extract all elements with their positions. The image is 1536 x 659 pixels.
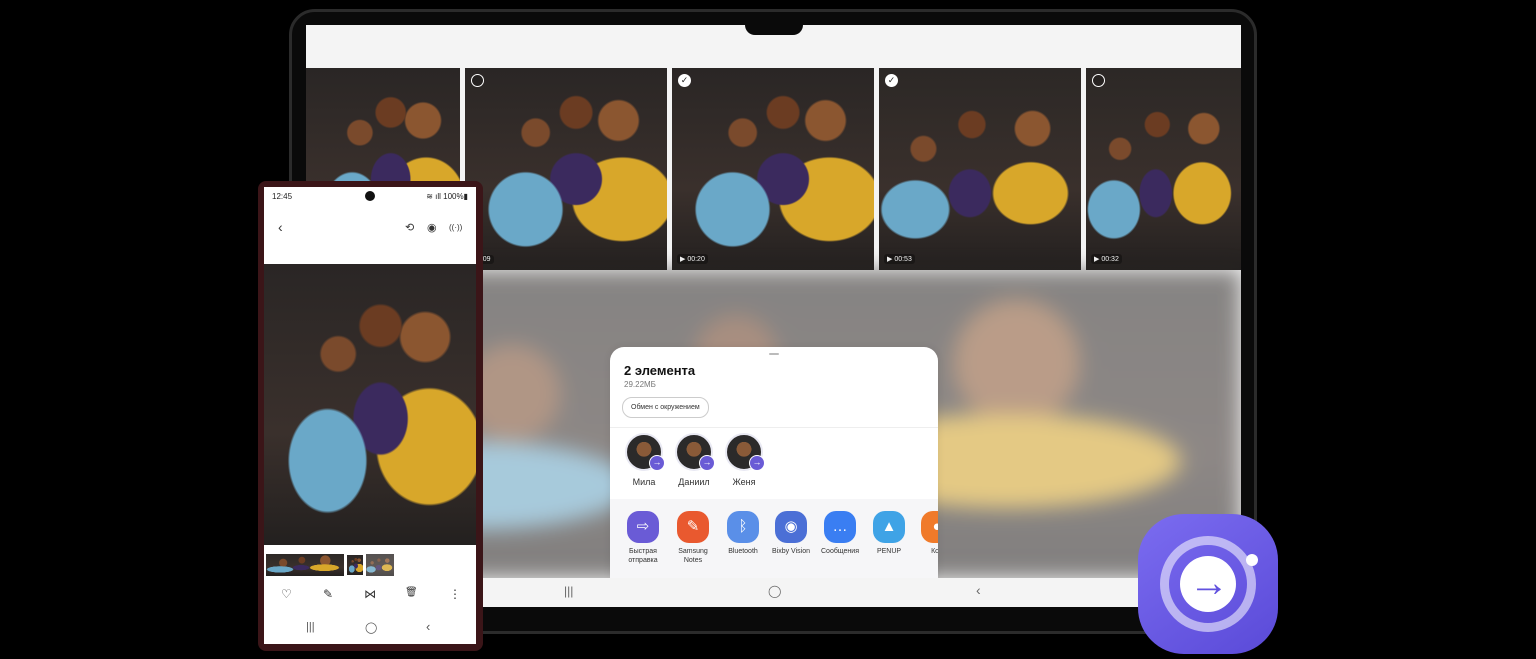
message-icon: … — [824, 511, 856, 543]
recent-apps-icon[interactable]: ||| — [306, 621, 315, 633]
avatar: → — [625, 433, 665, 471]
delete-icon[interactable]: 🗑 — [405, 587, 418, 598]
video-thumbnail[interactable]: 00:09 — [465, 68, 667, 270]
phone-nav-bar: ||| ◯ ‹ — [264, 619, 476, 639]
video-duration: ▶ 00:53 — [884, 254, 915, 264]
app-label: PENUP — [876, 548, 902, 555]
app-label: Bixby Vision — [771, 548, 810, 555]
select-checkbox-checked[interactable]: ✓ — [678, 74, 691, 87]
video-thumbnail[interactable]: ✓ ▶ 00:20 — [672, 68, 874, 270]
favorite-icon[interactable]: ♡ — [281, 587, 292, 601]
recent-apps-icon[interactable]: ||| — [564, 584, 573, 598]
app-label: Сообщения — [821, 548, 859, 555]
filmstrip-thumbnail[interactable] — [366, 554, 394, 576]
share-sheet-title: 2 элемента — [624, 363, 696, 378]
quick-share-badge-icon: → — [699, 455, 715, 471]
filmstrip — [266, 554, 396, 576]
divider — [610, 427, 938, 428]
share-sheet-size: 29.22МБ — [624, 380, 656, 389]
app-contacts[interactable]: ● Кон — [914, 511, 938, 556]
status-time: 12:45 — [272, 192, 293, 201]
app-label: Bluetooth — [728, 548, 758, 555]
sheet-grabber[interactable] — [769, 353, 779, 355]
status-bar: 12:45 ≋ ıll 100%▮ — [264, 187, 476, 205]
app-quick-share[interactable]: ⇨ Быстрая отправка — [620, 511, 666, 565]
contact-item[interactable]: → Женя — [719, 433, 769, 487]
app-label: Samsung Notes — [678, 548, 708, 564]
app-bixby-vision[interactable]: ◉ Bixby Vision — [768, 511, 814, 556]
app-penup[interactable]: ▲ PENUP — [866, 511, 912, 556]
status-icons: ≋ ıll 100%▮ — [426, 192, 468, 201]
select-checkbox[interactable] — [1092, 74, 1105, 87]
photo-viewer[interactable] — [264, 264, 476, 545]
app-label: Быстрая отправка — [628, 548, 658, 564]
video-thumbnail[interactable]: ▶ 00:32 — [1086, 68, 1241, 270]
contact-item[interactable]: → Мила — [619, 433, 669, 487]
bluetooth-icon: ᛒ — [727, 511, 759, 543]
video-thumbnail[interactable]: ✓ ▶ 00:53 — [879, 68, 1081, 270]
quick-share-icon: ⇨ — [627, 511, 659, 543]
quick-share-icon: → — [1138, 514, 1278, 654]
app-samsung-notes[interactable]: ✎ Samsung Notes — [670, 511, 716, 565]
back-icon[interactable]: ‹ — [426, 619, 430, 634]
home-icon[interactable]: ◯ — [768, 584, 781, 598]
contact-name: Женя — [732, 477, 756, 487]
app-messages[interactable]: … Сообщения — [817, 511, 863, 556]
contacts-icon: ● — [921, 511, 938, 543]
select-checkbox[interactable] — [471, 74, 484, 87]
avatar: → — [725, 433, 765, 471]
app-label: Кон — [931, 548, 938, 555]
share-sheet: 2 элемента 29.22МБ Обмен с окружением → … — [610, 347, 938, 578]
video-duration: ▶ 00:20 — [677, 254, 708, 264]
back-icon[interactable]: ‹ — [976, 582, 981, 598]
cast-icon[interactable]: ((·)) — [449, 223, 462, 232]
photo-actions: ♡ ✎ ⋈ 🗑 ⋮ — [264, 587, 476, 607]
back-icon[interactable]: ‹ — [278, 219, 283, 235]
share-icon[interactable]: ⋈ — [364, 587, 376, 601]
penup-icon: ▲ — [873, 511, 905, 543]
viewer-toolbar: ‹ ⟲ ◉ ((·)) — [264, 217, 476, 241]
quick-share-badge-icon: → — [649, 455, 665, 471]
video-duration: ▶ 00:32 — [1091, 254, 1122, 264]
nearby-share-button[interactable]: Обмен с окружением — [622, 397, 709, 418]
tablet-notch — [745, 25, 803, 35]
phone-screen: 12:45 ≋ ıll 100%▮ ‹ ⟲ ◉ ((·)) ♡ ✎ ⋈ 🗑 ⋮ … — [264, 187, 476, 644]
select-checkbox-checked[interactable]: ✓ — [885, 74, 898, 87]
app-bluetooth[interactable]: ᛒ Bluetooth — [720, 511, 766, 556]
rotate-icon[interactable]: ⟲ — [405, 221, 414, 234]
contact-item[interactable]: → Даниил — [669, 433, 719, 487]
filmstrip-thumbnail[interactable] — [266, 554, 344, 576]
filmstrip-thumbnail-current[interactable] — [346, 554, 364, 576]
quick-share-knob — [1246, 554, 1258, 566]
eye-icon: ◉ — [775, 511, 807, 543]
edit-icon[interactable]: ✎ — [323, 587, 333, 601]
front-camera-icon — [365, 191, 375, 201]
notes-icon: ✎ — [677, 511, 709, 543]
quick-share-badge-icon: → — [749, 455, 765, 471]
contact-name: Даниил — [678, 477, 710, 487]
battery-label: 100% — [443, 192, 464, 201]
arrow-right-icon: → — [1189, 561, 1229, 605]
contact-name: Мила — [632, 477, 656, 487]
eye-icon[interactable]: ◉ — [427, 221, 437, 234]
home-icon[interactable]: ◯ — [365, 621, 377, 634]
avatar: → — [675, 433, 715, 471]
more-icon[interactable]: ⋮ — [449, 587, 461, 601]
